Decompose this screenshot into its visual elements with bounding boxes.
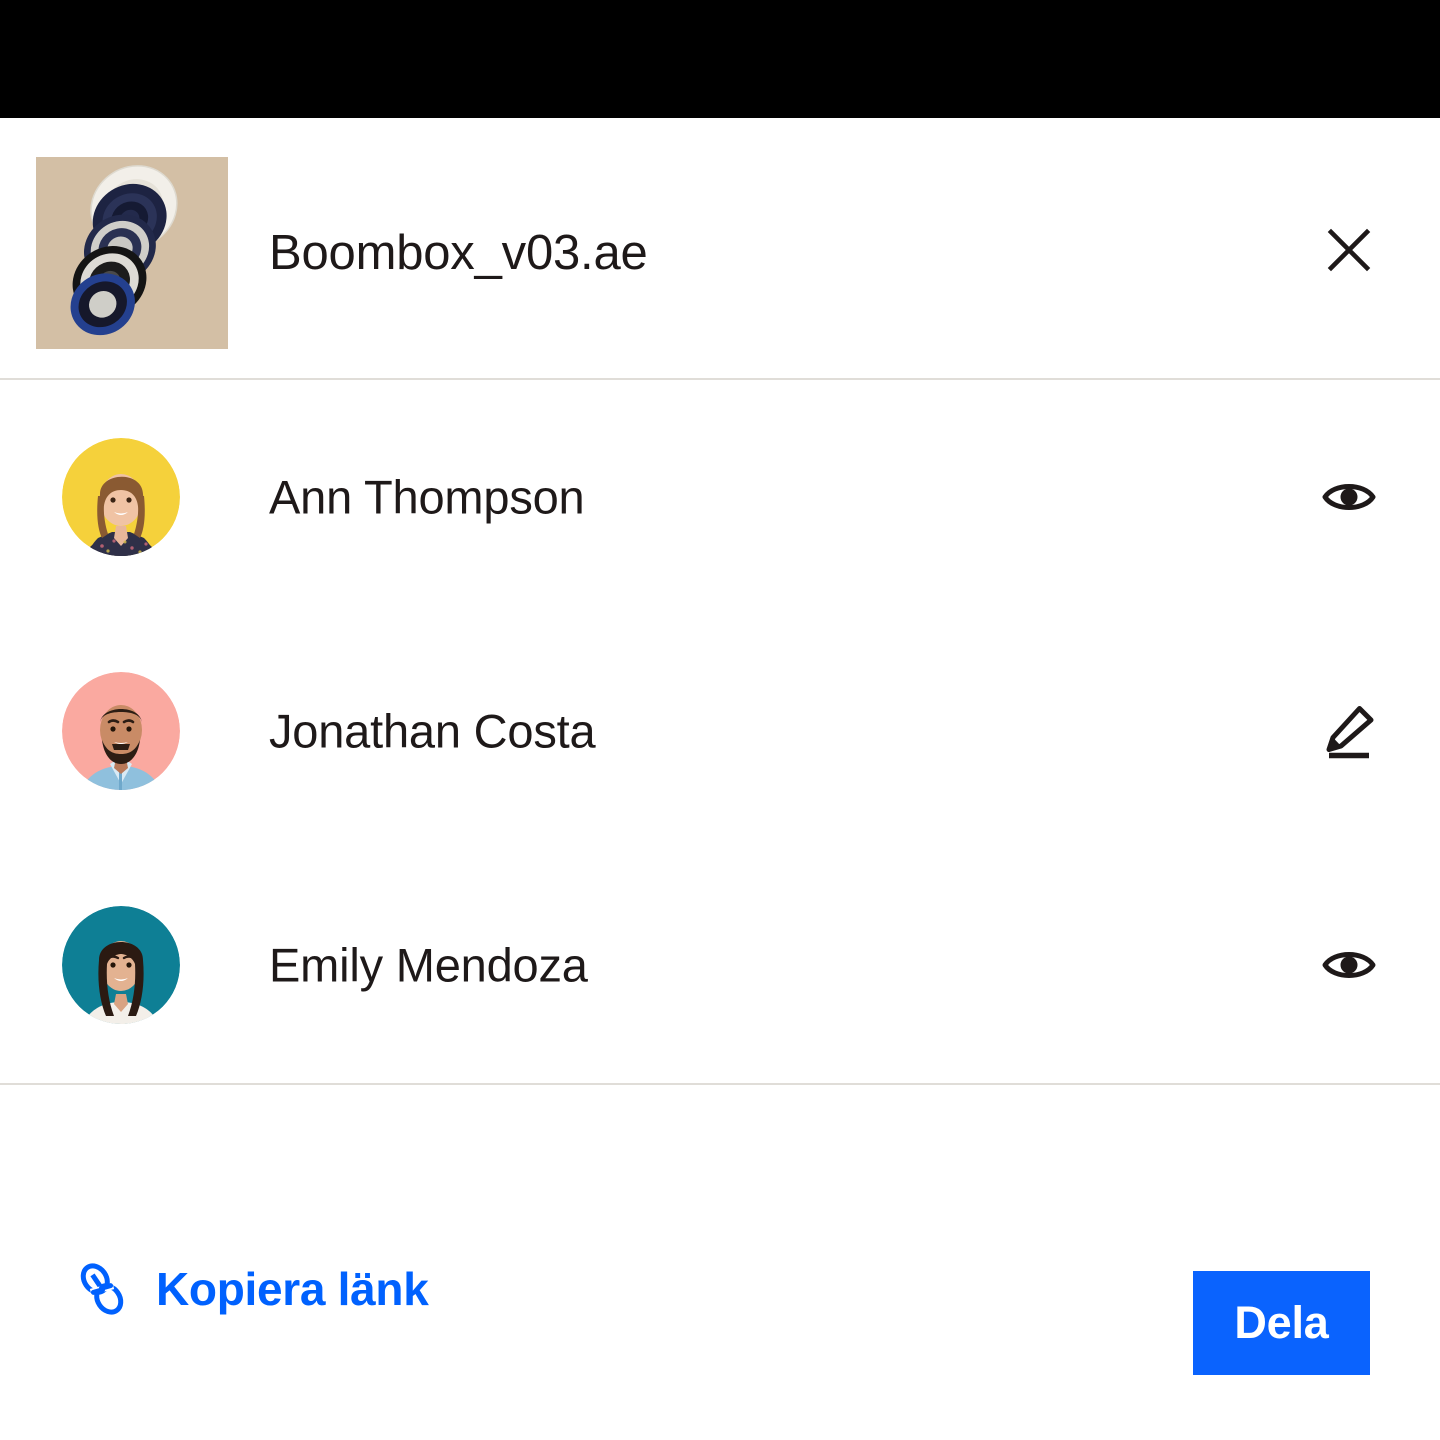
permission-button[interactable] xyxy=(1316,698,1382,764)
permission-button[interactable] xyxy=(1316,932,1382,998)
top-black-band xyxy=(0,0,1440,118)
avatar xyxy=(62,906,180,1024)
people-list: Ann Thompson Jonathan Costa Emily Mendoz… xyxy=(0,380,1440,1083)
person-name: Jonathan Costa xyxy=(269,704,596,758)
share-button[interactable]: Dela xyxy=(1193,1271,1370,1375)
person-name: Emily Mendoza xyxy=(269,938,588,992)
copy-link-button[interactable]: Kopiera länk xyxy=(76,1249,429,1329)
avatar xyxy=(62,672,180,790)
link-icon xyxy=(76,1260,128,1318)
page-title: Boombox_v03.ae xyxy=(269,226,648,280)
share-dialog: Boombox_v03.ae Ann Thompson Jonathan Cos… xyxy=(0,118,1440,1440)
person-name: Ann Thompson xyxy=(269,470,585,524)
list-item[interactable]: Jonathan Costa xyxy=(0,614,1440,848)
share-dialog-screen: Boombox_v03.ae Ann Thompson Jonathan Cos… xyxy=(0,0,1440,1440)
dialog-header: Boombox_v03.ae xyxy=(0,118,1440,378)
copy-link-label: Kopiera länk xyxy=(156,1263,429,1315)
eye-icon xyxy=(1322,945,1376,985)
permission-button[interactable] xyxy=(1316,464,1382,530)
file-thumbnail xyxy=(36,157,228,349)
list-item[interactable]: Ann Thompson xyxy=(0,380,1440,614)
close-icon xyxy=(1326,227,1372,273)
dialog-footer: Kopiera länk Dela xyxy=(0,1085,1440,1375)
avatar xyxy=(62,438,180,556)
close-button[interactable] xyxy=(1320,221,1378,279)
eye-icon xyxy=(1322,477,1376,517)
pencil-icon xyxy=(1321,703,1377,759)
list-item[interactable]: Emily Mendoza xyxy=(0,848,1440,1082)
